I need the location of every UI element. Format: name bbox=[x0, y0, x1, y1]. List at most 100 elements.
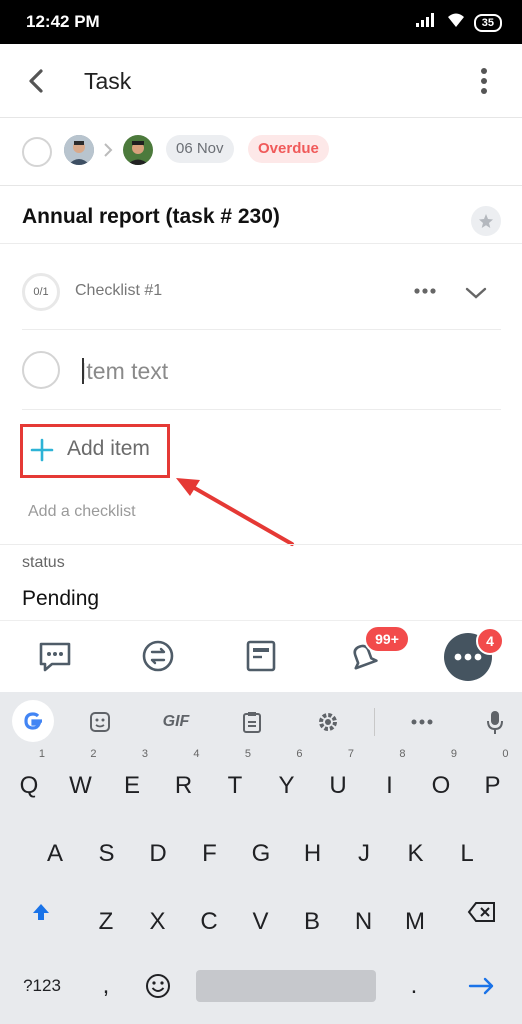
notification-badge: 99+ bbox=[364, 625, 410, 653]
sticker-icon[interactable] bbox=[86, 706, 114, 738]
comma-key[interactable]: , bbox=[82, 958, 130, 1014]
key-letter: P bbox=[484, 772, 501, 799]
star-icon[interactable] bbox=[471, 206, 501, 236]
key-c[interactable]: C bbox=[185, 894, 233, 950]
back-arrow-icon[interactable] bbox=[22, 66, 52, 96]
key-d[interactable]: D bbox=[134, 826, 182, 882]
key-b[interactable]: B bbox=[288, 894, 336, 950]
comment-icon[interactable] bbox=[36, 637, 74, 675]
key-letter: R bbox=[174, 772, 193, 799]
google-icon[interactable] bbox=[12, 700, 54, 742]
key-number-hint: 1 bbox=[38, 748, 45, 760]
key-m[interactable]: M bbox=[391, 894, 439, 950]
key-h[interactable]: H bbox=[289, 826, 337, 882]
key-letter: D bbox=[149, 840, 167, 867]
key-j[interactable]: J bbox=[340, 826, 388, 882]
period-key[interactable]: . bbox=[390, 958, 438, 1014]
key-letter: A bbox=[46, 840, 63, 867]
task-meta-row: 06 Nov Overdue bbox=[0, 118, 522, 186]
field-label: status bbox=[22, 554, 65, 571]
clipboard-icon[interactable] bbox=[238, 706, 266, 738]
key-letter: I bbox=[386, 772, 393, 799]
due-date-badge[interactable]: 06 Nov bbox=[166, 135, 234, 163]
key-z[interactable]: Z bbox=[82, 894, 130, 950]
backspace-icon[interactable] bbox=[456, 884, 508, 940]
key-letter: N bbox=[354, 908, 373, 935]
key-letter: B bbox=[303, 908, 320, 935]
on-screen-keyboard: GIF ?123 , . Q1W2E3R4T5Y6U7I8O9P0ASDFGHJ… bbox=[0, 692, 522, 1024]
assignee-avatar[interactable] bbox=[123, 135, 153, 165]
item-checkbox[interactable] bbox=[22, 351, 60, 389]
key-t[interactable]: T5 bbox=[211, 748, 259, 814]
add-checklist-link[interactable]: Add a checklist bbox=[28, 503, 136, 521]
key-letter: X bbox=[149, 908, 166, 935]
key-number-hint: 2 bbox=[90, 748, 97, 760]
key-number-hint: 5 bbox=[244, 748, 251, 760]
status-badge: Overdue bbox=[248, 135, 329, 163]
key-i[interactable]: I8 bbox=[366, 748, 414, 814]
key-g[interactable]: G bbox=[237, 826, 285, 882]
key-q[interactable]: Q1 bbox=[5, 748, 53, 814]
key-v[interactable]: V bbox=[237, 894, 285, 950]
checklist-progress: 0/1 bbox=[22, 273, 60, 311]
plus-icon bbox=[29, 437, 55, 463]
add-item-label: Add item bbox=[67, 437, 150, 460]
space-bar[interactable] bbox=[196, 970, 376, 1002]
shift-key[interactable] bbox=[17, 884, 65, 940]
more-horizontal-icon[interactable] bbox=[413, 284, 437, 303]
key-l[interactable]: L bbox=[443, 826, 491, 882]
key-s[interactable]: S bbox=[83, 826, 131, 882]
key-letter: E bbox=[123, 772, 140, 799]
document-icon[interactable] bbox=[242, 637, 280, 675]
settings-gear-icon[interactable] bbox=[314, 706, 342, 738]
emoji-icon[interactable] bbox=[134, 958, 182, 1014]
key-u[interactable]: U7 bbox=[314, 748, 362, 814]
key-letter: Z bbox=[98, 908, 114, 935]
key-letter: V bbox=[252, 908, 269, 935]
more-horizontal-icon[interactable] bbox=[408, 706, 436, 738]
key-x[interactable]: X bbox=[134, 894, 182, 950]
chevron-right-icon bbox=[101, 140, 115, 165]
enter-arrow-icon[interactable] bbox=[456, 958, 508, 1014]
key-letter: O bbox=[431, 772, 451, 799]
chevron-down-icon[interactable] bbox=[464, 285, 488, 306]
keyboard-toolbar: GIF bbox=[0, 692, 522, 752]
add-item-button[interactable]: Add item bbox=[20, 424, 170, 478]
status-bar: 12:42 PM 35 bbox=[0, 0, 522, 44]
task-title[interactable]: Annual report (task # 230) bbox=[22, 205, 280, 229]
key-letter: S bbox=[98, 840, 115, 867]
microphone-icon[interactable] bbox=[482, 706, 508, 738]
key-letter: Q bbox=[19, 772, 39, 799]
annotation-arrow bbox=[170, 470, 300, 555]
item-text-input[interactable] bbox=[80, 356, 480, 386]
gif-button[interactable]: GIF bbox=[156, 706, 196, 738]
key-o[interactable]: O9 bbox=[417, 748, 465, 814]
key-w[interactable]: W2 bbox=[57, 748, 105, 814]
more-vertical-icon[interactable] bbox=[470, 66, 498, 96]
key-number-hint: 7 bbox=[347, 748, 354, 760]
key-r[interactable]: R4 bbox=[160, 748, 208, 814]
checklist-title[interactable]: Checklist #1 bbox=[75, 282, 162, 300]
key-letter: L bbox=[460, 840, 474, 867]
status-field-value[interactable]: Pending bbox=[22, 587, 99, 611]
key-letter: W bbox=[69, 772, 92, 799]
key-k[interactable]: K bbox=[392, 826, 440, 882]
key-number-hint: 4 bbox=[193, 748, 200, 760]
bottom-action-bar: 99+ 4 bbox=[0, 620, 522, 692]
key-e[interactable]: E3 bbox=[108, 748, 156, 814]
key-letter: C bbox=[200, 908, 218, 935]
key-letter: K bbox=[407, 840, 424, 867]
key-a[interactable]: A bbox=[31, 826, 79, 882]
key-letter: M bbox=[405, 908, 425, 935]
creator-avatar[interactable] bbox=[64, 135, 94, 165]
symbols-key[interactable]: ?123 bbox=[14, 958, 70, 1014]
key-y[interactable]: Y6 bbox=[263, 748, 311, 814]
key-number-hint: 9 bbox=[450, 748, 457, 760]
task-complete-checkbox[interactable] bbox=[22, 137, 52, 167]
key-n[interactable]: N bbox=[340, 894, 388, 950]
divider bbox=[22, 329, 501, 330]
activity-icon[interactable] bbox=[139, 637, 177, 675]
key-p[interactable]: P0 bbox=[469, 748, 517, 814]
key-f[interactable]: F bbox=[186, 826, 234, 882]
app-header: Task bbox=[0, 44, 522, 118]
